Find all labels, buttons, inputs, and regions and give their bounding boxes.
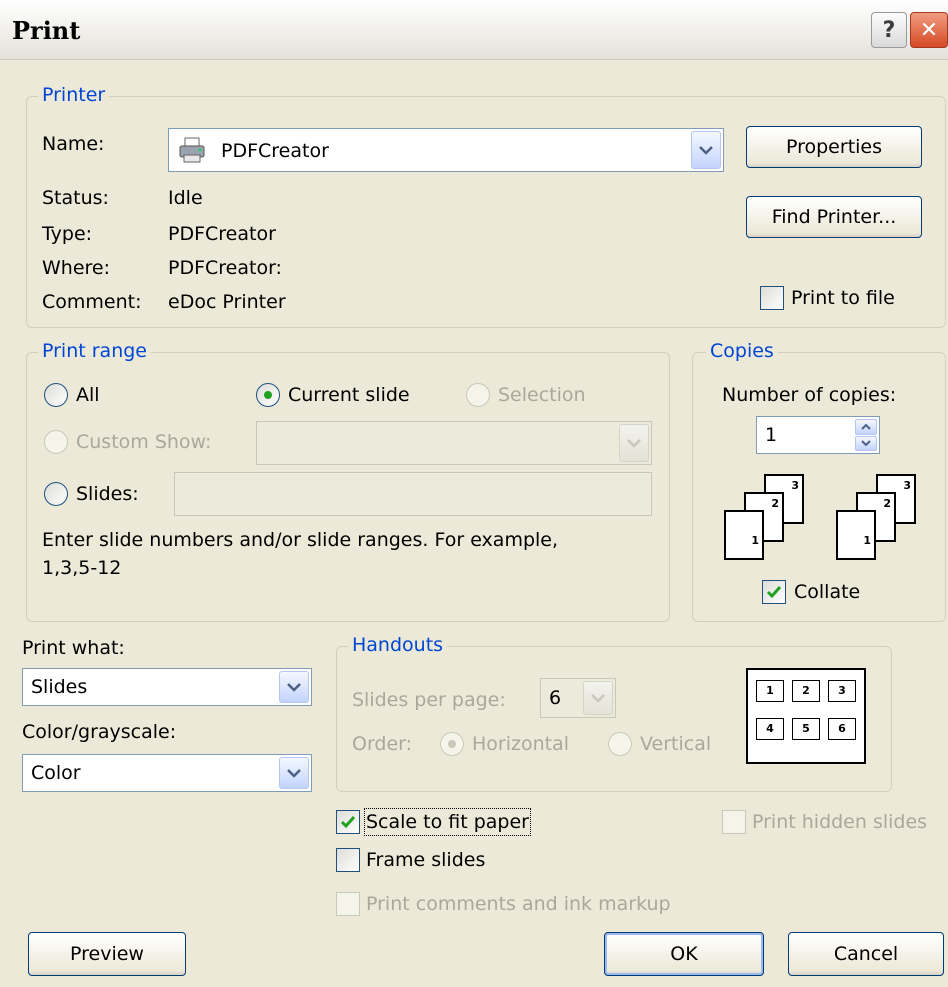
- print-hidden-slides-label: Print hidden slides: [752, 811, 928, 833]
- collate-page: 1: [836, 510, 876, 560]
- print-what-label: Print what:: [22, 637, 125, 659]
- cancel-button[interactable]: Cancel: [788, 932, 944, 976]
- print-to-file-checkbox[interactable]: [760, 286, 784, 310]
- status-value: Idle: [168, 187, 203, 209]
- order-label: Order:: [352, 733, 413, 755]
- printer-name-value: PDFCreator: [221, 140, 329, 162]
- custom-show-radio[interactable]: [44, 430, 68, 454]
- title-bar: [0, 0, 948, 60]
- slides-hint-line2: 1,3,5-12: [42, 557, 122, 579]
- print-to-file-label: Print to file: [791, 287, 895, 309]
- order-horizontal-radio[interactable]: [440, 732, 464, 756]
- where-value: PDFCreator:: [168, 257, 282, 279]
- slides-radio[interactable]: [44, 482, 68, 506]
- handout-slot: 4: [756, 718, 784, 740]
- where-label: Where:: [42, 257, 111, 279]
- close-icon: ✕: [919, 17, 939, 43]
- number-of-copies-input[interactable]: 1: [756, 416, 880, 454]
- spin-down-button[interactable]: [855, 435, 877, 451]
- print-range-all-radio[interactable]: [44, 383, 68, 407]
- handout-slot: 2: [792, 680, 820, 702]
- checkmark-icon: [766, 586, 782, 599]
- find-printer-button[interactable]: Find Printer...: [746, 196, 922, 238]
- slides-hint-line1: Enter slide numbers and/or slide ranges.…: [42, 529, 559, 551]
- chevron-down-icon[interactable]: [691, 131, 721, 169]
- type-label: Type:: [42, 223, 93, 245]
- slides-per-page-label: Slides per page:: [352, 689, 506, 711]
- find-printer-button-label: Find Printer...: [771, 206, 897, 228]
- order-vertical-label: Vertical: [640, 733, 712, 755]
- frame-slides-label: Frame slides: [366, 849, 486, 871]
- dialog-title: Print: [12, 16, 81, 45]
- custom-show-select[interactable]: [256, 421, 652, 465]
- collate-illustration: 3 2 1 3 2 1: [720, 470, 930, 570]
- chevron-down-icon[interactable]: [279, 671, 309, 703]
- print-range-selection-label: Selection: [498, 384, 586, 406]
- print-range-group-label: Print range: [38, 340, 151, 362]
- print-range-all-label: All: [76, 384, 100, 406]
- collate-checkbox[interactable]: [762, 580, 786, 604]
- scale-to-fit-label: Scale to fit paper: [364, 808, 531, 836]
- handout-slot: 3: [828, 680, 856, 702]
- slides-input[interactable]: [174, 472, 652, 516]
- color-grayscale-select[interactable]: Color: [22, 754, 312, 792]
- print-hidden-slides-checkbox[interactable]: [722, 810, 746, 834]
- chevron-down-icon[interactable]: [583, 681, 613, 715]
- color-grayscale-label: Color/grayscale:: [22, 721, 177, 743]
- collate-page: 1: [724, 510, 764, 560]
- close-button[interactable]: ✕: [910, 12, 948, 48]
- preview-button[interactable]: Preview: [28, 932, 186, 976]
- handouts-group-label: Handouts: [348, 634, 448, 656]
- custom-show-label: Custom Show:: [76, 431, 212, 453]
- print-range-current-slide-radio[interactable]: [256, 383, 280, 407]
- handout-slot: 5: [792, 718, 820, 740]
- order-vertical-radio[interactable]: [608, 732, 632, 756]
- printer-icon: [177, 135, 207, 170]
- collate-label: Collate: [794, 581, 861, 603]
- print-range-current-slide-label: Current slide: [288, 384, 410, 406]
- comment-label: Comment:: [42, 291, 142, 313]
- handout-slot: 1: [756, 680, 784, 702]
- ok-button[interactable]: OK: [604, 932, 764, 976]
- cancel-button-label: Cancel: [833, 943, 899, 965]
- scale-to-fit-checkbox[interactable]: [336, 810, 360, 834]
- printer-group-label: Printer: [38, 84, 110, 106]
- print-comments-checkbox[interactable]: [336, 892, 360, 916]
- status-label: Status:: [42, 187, 109, 209]
- spin-up-button[interactable]: [855, 419, 877, 435]
- chevron-down-icon[interactable]: [279, 757, 309, 789]
- handout-layout-preview: 1 2 3 4 5 6: [746, 668, 866, 764]
- chevron-down-icon[interactable]: [619, 424, 649, 462]
- print-range-selection-radio[interactable]: [466, 383, 490, 407]
- help-button[interactable]: ?: [871, 12, 907, 48]
- slides-per-page-select[interactable]: 6: [540, 678, 616, 718]
- print-what-select[interactable]: Slides: [22, 668, 312, 706]
- frame-slides-checkbox[interactable]: [336, 848, 360, 872]
- properties-button[interactable]: Properties: [746, 126, 922, 168]
- type-value: PDFCreator: [168, 223, 276, 245]
- slides-label: Slides:: [76, 483, 139, 505]
- checkmark-icon: [340, 816, 356, 829]
- print-what-value: Slides: [31, 676, 88, 698]
- order-horizontal-label: Horizontal: [472, 733, 570, 755]
- printer-name-select[interactable]: PDFCreator: [168, 128, 724, 172]
- color-grayscale-value: Color: [31, 762, 81, 784]
- slides-per-page-value: 6: [549, 687, 562, 709]
- preview-button-label: Preview: [70, 943, 144, 965]
- copies-group-label: Copies: [706, 340, 778, 362]
- ok-button-label: OK: [670, 943, 698, 965]
- number-of-copies-label: Number of copies:: [722, 384, 897, 406]
- spin-arrows-icon[interactable]: [855, 419, 877, 451]
- properties-button-label: Properties: [785, 136, 883, 158]
- printer-name-label: Name:: [42, 133, 105, 155]
- handout-slot: 6: [828, 718, 856, 740]
- print-comments-label: Print comments and ink markup: [366, 893, 671, 915]
- help-icon: ?: [882, 17, 896, 43]
- comment-value: eDoc Printer: [168, 291, 286, 313]
- number-of-copies-value: 1: [765, 424, 778, 446]
